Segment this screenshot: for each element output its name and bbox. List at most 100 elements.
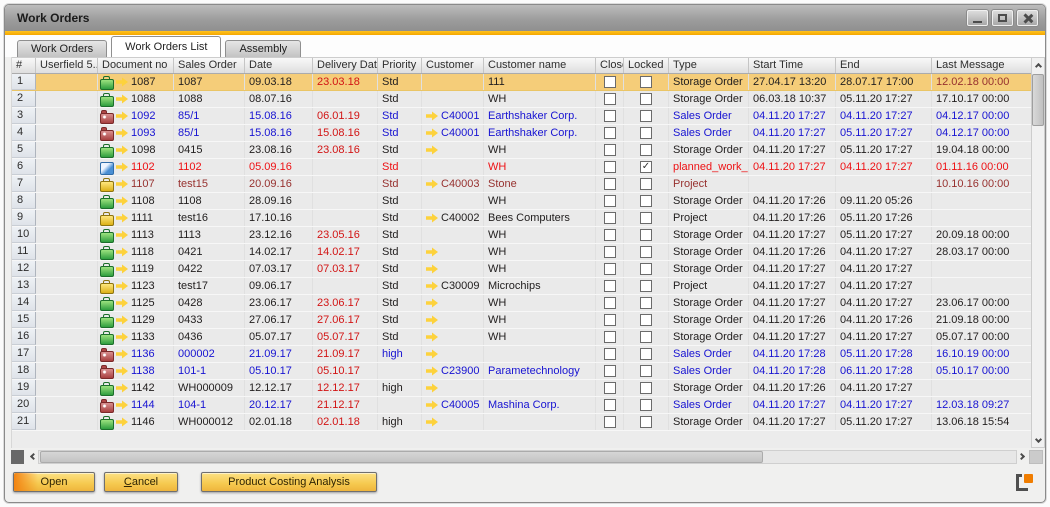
row-number[interactable]: 20 bbox=[12, 397, 36, 413]
row-number[interactable]: 9 bbox=[12, 210, 36, 226]
row-number[interactable]: 2 bbox=[12, 91, 36, 107]
locked-checkbox[interactable] bbox=[640, 110, 652, 122]
locked-checkbox[interactable] bbox=[640, 246, 652, 258]
link-arrow-icon[interactable] bbox=[426, 332, 438, 342]
table-row[interactable]: 51098041523.08.1623.08.16StdWHStorage Or… bbox=[12, 142, 1031, 159]
closed-checkbox[interactable] bbox=[604, 161, 616, 173]
link-arrow-icon[interactable] bbox=[116, 366, 128, 376]
locked-checkbox[interactable] bbox=[640, 178, 652, 190]
row-number[interactable]: 3 bbox=[12, 108, 36, 124]
row-number[interactable]: 21 bbox=[12, 414, 36, 430]
tab-work-orders-list[interactable]: Work Orders List bbox=[111, 36, 221, 57]
link-arrow-icon[interactable] bbox=[426, 179, 438, 189]
link-arrow-icon[interactable] bbox=[116, 179, 128, 189]
tab-assembly[interactable]: Assembly bbox=[225, 40, 301, 57]
link-arrow-icon[interactable] bbox=[426, 315, 438, 325]
link-arrow-icon[interactable] bbox=[426, 128, 438, 138]
table-row[interactable]: 191142WH00000912.12.1712.12.17highStorag… bbox=[12, 380, 1031, 397]
link-arrow-icon[interactable] bbox=[426, 264, 438, 274]
locked-checkbox[interactable] bbox=[640, 331, 652, 343]
column-header-closed[interactable]: Closed bbox=[596, 58, 624, 73]
closed-checkbox[interactable] bbox=[604, 297, 616, 309]
closed-checkbox[interactable] bbox=[604, 76, 616, 88]
table-row[interactable]: 151129043327.06.1727.06.17StdWHStorage O… bbox=[12, 312, 1031, 329]
locked-checkbox[interactable] bbox=[640, 212, 652, 224]
column-header-end[interactable]: End bbox=[836, 58, 932, 73]
close-button[interactable] bbox=[1017, 10, 1038, 26]
locked-checkbox[interactable] bbox=[640, 263, 652, 275]
link-arrow-icon[interactable] bbox=[116, 128, 128, 138]
closed-checkbox[interactable] bbox=[604, 331, 616, 343]
link-arrow-icon[interactable] bbox=[116, 298, 128, 308]
table-row[interactable]: 21088108808.07.16StdWHStorage Order06.03… bbox=[12, 91, 1031, 108]
locked-checkbox[interactable] bbox=[640, 127, 652, 139]
open-button[interactable]: Open bbox=[13, 472, 95, 492]
splitter-handle[interactable] bbox=[11, 450, 24, 464]
closed-checkbox[interactable] bbox=[604, 280, 616, 292]
row-number[interactable]: 10 bbox=[12, 227, 36, 243]
closed-checkbox[interactable] bbox=[604, 93, 616, 105]
closed-checkbox[interactable] bbox=[604, 144, 616, 156]
row-number[interactable]: 18 bbox=[12, 363, 36, 379]
vertical-scrollbar[interactable] bbox=[1031, 57, 1045, 448]
closed-checkbox[interactable] bbox=[604, 365, 616, 377]
link-arrow-icon[interactable] bbox=[426, 213, 438, 223]
link-arrow-icon[interactable] bbox=[116, 111, 128, 121]
link-arrow-icon[interactable] bbox=[426, 400, 438, 410]
row-number[interactable]: 8 bbox=[12, 193, 36, 209]
link-arrow-icon[interactable] bbox=[426, 281, 438, 291]
row-number[interactable]: 11 bbox=[12, 244, 36, 260]
locked-checkbox[interactable] bbox=[640, 144, 652, 156]
scroll-right-button[interactable] bbox=[1017, 450, 1029, 463]
row-number[interactable]: 13 bbox=[12, 278, 36, 294]
table-row[interactable]: 4109385/115.08.1615.08.16StdC40001Earths… bbox=[12, 125, 1031, 142]
row-number[interactable]: 14 bbox=[12, 295, 36, 311]
closed-checkbox[interactable] bbox=[604, 314, 616, 326]
column-header-customer-name[interactable]: Customer name bbox=[484, 58, 596, 73]
row-number[interactable]: 15 bbox=[12, 312, 36, 328]
column-header-customer[interactable]: Customer bbox=[422, 58, 484, 73]
locked-checkbox[interactable] bbox=[640, 416, 652, 428]
maximize-button[interactable] bbox=[992, 10, 1013, 26]
table-row[interactable]: 201144104-120.12.1721.12.17C40005Mashina… bbox=[12, 397, 1031, 414]
closed-checkbox[interactable] bbox=[604, 382, 616, 394]
row-number[interactable]: 16 bbox=[12, 329, 36, 345]
table-row[interactable]: 81108110828.09.16StdWHStorage Order04.11… bbox=[12, 193, 1031, 210]
link-arrow-icon[interactable] bbox=[116, 349, 128, 359]
column-header-last-message[interactable]: Last Message bbox=[932, 58, 1031, 73]
row-number[interactable]: 17 bbox=[12, 346, 36, 362]
table-row[interactable]: 121119042207.03.1707.03.17StdWHStorage O… bbox=[12, 261, 1031, 278]
link-arrow-icon[interactable] bbox=[426, 366, 438, 376]
horizontal-scroll-thumb[interactable] bbox=[40, 451, 763, 463]
table-row[interactable]: 17113600000221.09.1721.09.17highSales Or… bbox=[12, 346, 1031, 363]
link-arrow-icon[interactable] bbox=[116, 94, 128, 104]
locked-checkbox[interactable] bbox=[640, 382, 652, 394]
row-number[interactable]: 5 bbox=[12, 142, 36, 158]
link-arrow-icon[interactable] bbox=[116, 77, 128, 87]
column-header-delivery-date[interactable]: Delivery Date bbox=[313, 58, 378, 73]
locked-checkbox[interactable] bbox=[640, 348, 652, 360]
scroll-left-button[interactable] bbox=[26, 450, 38, 463]
link-arrow-icon[interactable] bbox=[426, 247, 438, 257]
closed-checkbox[interactable] bbox=[604, 246, 616, 258]
horizontal-scrollbar[interactable] bbox=[11, 450, 1043, 464]
locked-checkbox[interactable] bbox=[640, 297, 652, 309]
vertical-scroll-thumb[interactable] bbox=[1032, 74, 1044, 126]
tab-work-orders[interactable]: Work Orders bbox=[17, 40, 107, 57]
expand-form-icon[interactable] bbox=[1016, 474, 1033, 491]
row-number[interactable]: 7 bbox=[12, 176, 36, 192]
table-row[interactable]: 161133043605.07.1705.07.17StdWHStorage O… bbox=[12, 329, 1031, 346]
locked-checkbox[interactable] bbox=[640, 314, 652, 326]
table-row[interactable]: 91111test1617.10.16StdC40002Bees Compute… bbox=[12, 210, 1031, 227]
link-arrow-icon[interactable] bbox=[116, 230, 128, 240]
column-header-date[interactable]: Date bbox=[245, 58, 313, 73]
locked-checkbox[interactable] bbox=[640, 76, 652, 88]
closed-checkbox[interactable] bbox=[604, 263, 616, 275]
column-header-userfield-5[interactable]: Userfield 5... bbox=[36, 58, 98, 73]
link-arrow-icon[interactable] bbox=[426, 111, 438, 121]
link-arrow-icon[interactable] bbox=[116, 400, 128, 410]
row-number[interactable]: 1 bbox=[12, 74, 36, 90]
column-header-start-time[interactable]: Start Time bbox=[749, 58, 836, 73]
scroll-up-button[interactable] bbox=[1032, 58, 1044, 71]
locked-checkbox[interactable] bbox=[640, 93, 652, 105]
